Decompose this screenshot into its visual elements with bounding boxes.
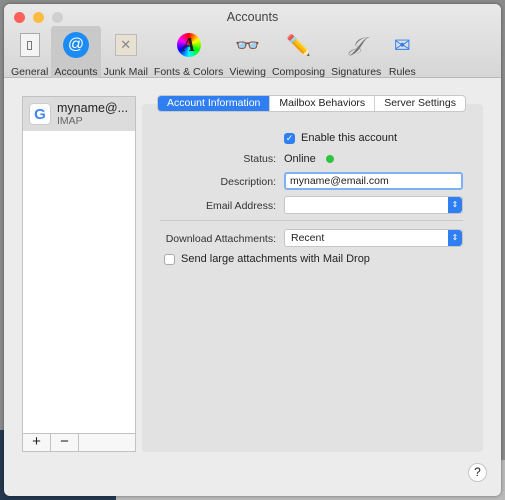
email-address-select[interactable]: ⇕ <box>284 196 463 214</box>
toolbar-general[interactable]: General <box>8 26 51 78</box>
add-account-button[interactable]: + <box>23 434 51 451</box>
account-name: myname@... <box>57 101 129 115</box>
enable-account-label: Enable this account <box>301 132 398 144</box>
divider <box>160 220 463 221</box>
help-button[interactable]: ? <box>468 463 487 482</box>
description-label: Description: <box>220 176 276 188</box>
remove-account-button[interactable]: − <box>51 434 79 451</box>
toolbar-fonts-colors[interactable]: A Fonts & Colors <box>151 26 226 78</box>
status-indicator-icon <box>325 155 334 163</box>
general-switch-icon <box>15 30 45 60</box>
at-sign-icon: @ <box>61 30 91 60</box>
email-address-label: Email Address: <box>205 200 276 212</box>
mail-drop-label: Send large attachments with Mail Drop <box>181 253 370 265</box>
toolbar: General @ Accounts ✕ Junk Mail A Fonts & Co… <box>8 26 420 78</box>
checkbox-box <box>164 253 175 265</box>
enable-account-checkbox[interactable]: ✓ Enable this account <box>284 132 397 144</box>
tab-account-information[interactable]: Account Information <box>158 96 271 111</box>
window-title: Accounts <box>226 10 279 24</box>
fonts-colors-icon: A <box>174 30 204 60</box>
accounts-window: Accounts General @ Accounts ✕ Junk Mail AF… <box>4 4 501 496</box>
toolbar-rules[interactable]: ✉ Rules <box>384 26 420 79</box>
checkmark-icon: ✓ <box>284 132 295 144</box>
signature-icon: 𝒥 <box>349 33 364 56</box>
download-attachments-select[interactable]: Recent ⇕ <box>284 229 463 247</box>
account-type: IMAP <box>57 115 83 127</box>
pencil-icon: ✏️ <box>286 34 311 57</box>
title-bar: Accounts General @ Accounts ✕ Junk Mail AF… <box>4 4 501 78</box>
rules-icon: ✉ <box>393 34 411 57</box>
tab-bar: Account Information Mailbox Behaviors Se… <box>157 95 466 112</box>
chevron-updown-icon: ⇕ <box>448 230 462 246</box>
chevron-updown-icon: ⇕ <box>448 197 462 213</box>
toolbar-composing[interactable]: ✏️ Composing <box>269 26 328 79</box>
glasses-icon: 👓 <box>235 34 261 57</box>
toolbar-signatures[interactable]: 𝒥 Signatures <box>328 26 384 79</box>
accounts-list: G myname@... IMAP + − <box>22 96 136 452</box>
tab-mailbox-behaviors[interactable]: Mailbox Behaviors <box>270 96 376 111</box>
google-logo-icon: G <box>29 103 51 125</box>
toolbar-viewing[interactable]: 👓 Viewing <box>226 26 269 79</box>
status-label: Status: <box>243 153 276 165</box>
toolbar-accounts[interactable]: @ Accounts <box>51 26 101 78</box>
account-row[interactable]: G myname@... IMAP <box>23 97 135 131</box>
description-input[interactable]: myname@email.com <box>284 172 463 190</box>
junk-mail-icon: ✕ <box>111 30 141 60</box>
toolbar-junk-mail[interactable]: ✕ Junk Mail <box>101 26 151 78</box>
download-attachments-label: Download Attachments: <box>165 233 276 245</box>
status-value: Online <box>284 153 316 165</box>
mail-drop-checkbox[interactable]: Send large attachments with Mail Drop <box>164 253 370 265</box>
tab-server-settings[interactable]: Server Settings <box>375 96 465 111</box>
